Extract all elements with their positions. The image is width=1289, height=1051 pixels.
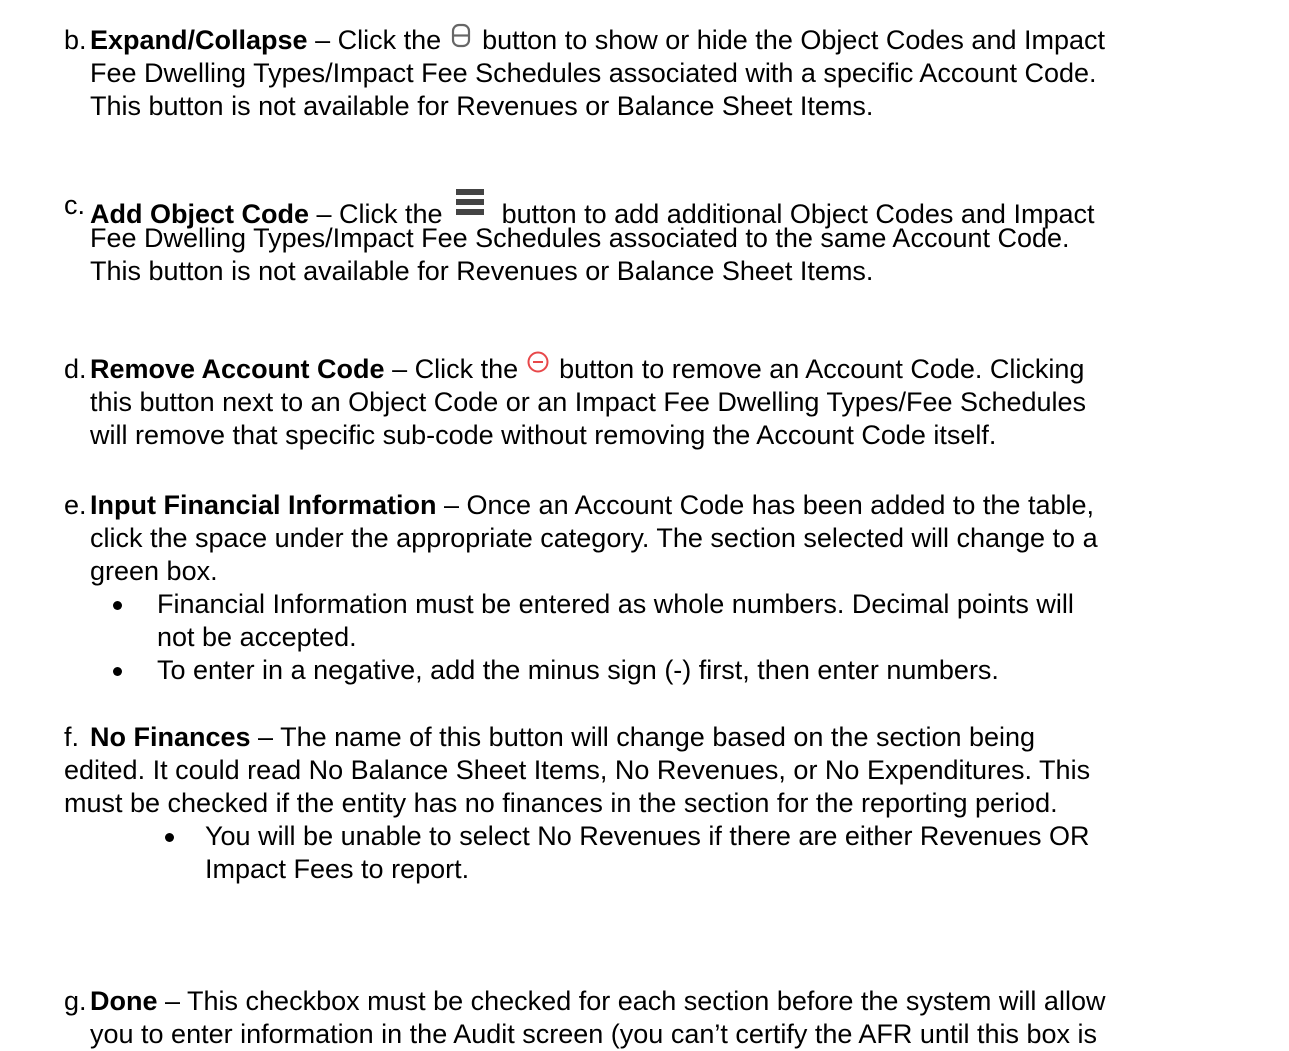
item-first-line: Remove Account Code – Click the button t…: [90, 351, 1085, 386]
item-marker: g.: [64, 986, 87, 1016]
item-line: green box.: [90, 556, 218, 586]
item-line: you to enter information in the Audit sc…: [90, 1019, 1098, 1049]
item-title: Done: [90, 986, 158, 1016]
item-line: This button is not available for Revenue…: [90, 256, 874, 286]
item-line: will remove that specific sub-code witho…: [90, 420, 997, 450]
item-text: – Click the: [307, 25, 449, 55]
expand-collapse-icon: [449, 23, 475, 57]
bullet-marker: [113, 601, 122, 610]
item-text: – Once an Account Code has been added to…: [436, 490, 1094, 520]
bullet-text: Financial Information must be entered as…: [157, 589, 1074, 619]
bullet-text: You will be unable to select No Revenues…: [205, 821, 1090, 851]
bullet-marker: [165, 833, 174, 842]
item-first-line: Done – This checkbox must be checked for…: [90, 985, 1105, 1018]
bullet-text: To enter in a negative, add the minus si…: [157, 655, 999, 685]
item-line: This button is not available for Revenue…: [90, 91, 874, 121]
item-line: click the space under the appropriate ca…: [90, 523, 1098, 553]
item-marker: b.: [64, 25, 87, 55]
item-title: No Finances: [90, 722, 251, 752]
item-marker: c.: [64, 190, 86, 220]
item-text: button to show or hide the Object Codes …: [474, 25, 1105, 55]
item-marker: e.: [64, 490, 87, 520]
bullet-text: not be accepted.: [157, 622, 357, 652]
item-title: Remove Account Code: [90, 354, 385, 384]
item-line: Fee Dwelling Types/Impact Fee Schedules …: [90, 58, 1097, 88]
item-first-line: No Finances – The name of this button wi…: [90, 721, 1035, 754]
item-title: Input Financial Information: [90, 490, 437, 520]
item-marker: d.: [64, 354, 87, 384]
item-line: Fee Dwelling Types/Impact Fee Schedules …: [90, 223, 1070, 253]
item-first-line: Input Financial Information – Once an Ac…: [90, 489, 1094, 522]
remove-account-code-icon: [526, 351, 552, 386]
item-text: – Click the: [384, 354, 526, 384]
item-title: Expand/Collapse: [90, 25, 308, 55]
item-text: button to remove an Account Code. Clicki…: [551, 354, 1085, 384]
item-first-line: Expand/Collapse – Click the button to sh…: [90, 23, 1105, 57]
item-line: must be checked if the entity has no fin…: [64, 788, 1058, 818]
item-text: – The name of this button will change ba…: [250, 722, 1036, 752]
item-marker: f.: [64, 722, 80, 752]
item-text: – This checkbox must be checked for each…: [157, 986, 1106, 1016]
item-line: this button next to an Object Code or an…: [90, 387, 1087, 417]
bullet-marker: [113, 667, 122, 676]
item-line: edited. It could read No Balance Sheet I…: [64, 755, 1091, 785]
bullet-text: Impact Fees to report.: [205, 854, 470, 884]
